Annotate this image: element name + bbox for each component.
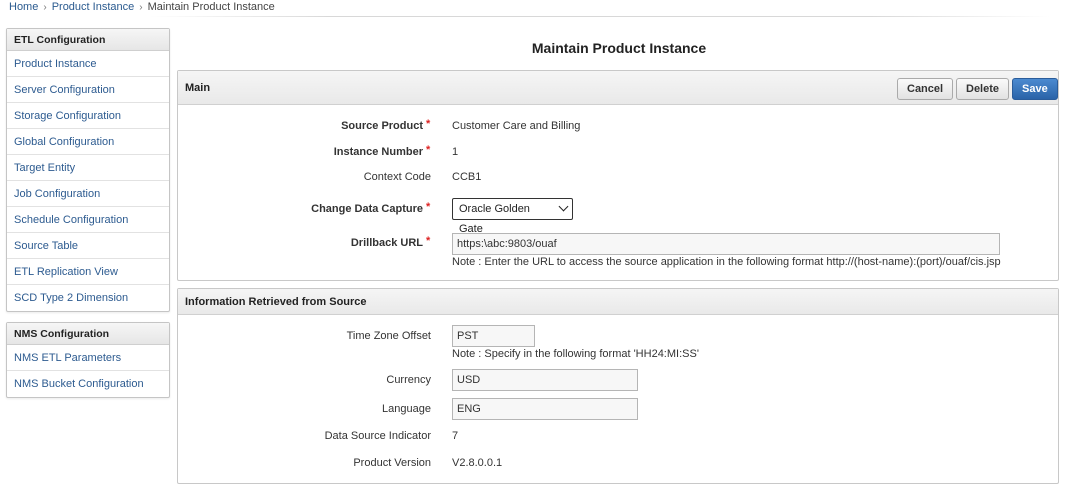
breadcrumb-product-instance-link[interactable]: Product Instance: [52, 1, 135, 13]
drillback-url-input[interactable]: https:\abc:9803/ouaf: [452, 233, 1000, 255]
sidebar-item-nms-bucket-configuration[interactable]: NMS Bucket Configuration: [7, 371, 169, 397]
drillback-url-note: Note : Enter the URL to access the sourc…: [452, 256, 1001, 268]
nms-configuration-nav: NMS Configuration NMS ETL Parameters NMS…: [6, 322, 170, 398]
instance-number-label: Instance Number: [333, 146, 423, 158]
product-version-label: Product Version: [353, 457, 431, 469]
sidebar-item-schedule-configuration[interactable]: Schedule Configuration: [7, 207, 169, 233]
change-data-capture-label: Change Data Capture: [311, 203, 423, 215]
breadcrumb-current: Maintain Product Instance: [147, 1, 275, 13]
sidebar-item-nms-etl-parameters[interactable]: NMS ETL Parameters: [7, 345, 169, 371]
context-code-value: CCB1: [452, 171, 482, 183]
information-retrieved-title: Information Retrieved from Source: [185, 296, 367, 308]
currency-input[interactable]: USD: [452, 369, 638, 391]
main-region-title: Main: [185, 82, 211, 94]
data-source-indicator-value: 7: [452, 430, 459, 442]
breadcrumb-home-link[interactable]: Home: [9, 1, 38, 13]
product-version-value: V2.8.0.0.1: [452, 457, 503, 469]
sidebar-item-product-instance[interactable]: Product Instance: [7, 51, 169, 77]
information-retrieved-header: Information Retrieved from Source: [178, 289, 1058, 315]
time-zone-offset-note: Note : Specify in the following format '…: [452, 348, 699, 360]
sidebar-item-scd-type-2-dimension[interactable]: SCD Type 2 Dimension: [7, 285, 169, 311]
sidebar-item-etl-replication-view[interactable]: ETL Replication View: [7, 259, 169, 285]
breadcrumb: Home › Product Instance › Maintain Product I…: [9, 0, 275, 14]
cancel-button[interactable]: Cancel: [897, 78, 954, 100]
sidebar-item-target-entity[interactable]: Target Entity: [7, 155, 169, 181]
header-divider: [150, 16, 1050, 17]
main-region-header: Main Cancel Delete Save: [178, 71, 1058, 105]
currency-label: Currency: [386, 374, 431, 386]
breadcrumb-separator-icon: ›: [43, 2, 47, 13]
change-data-capture-select[interactable]: Oracle Golden Gate: [452, 198, 573, 235]
etl-configuration-heading: ETL Configuration: [7, 29, 169, 51]
time-zone-offset-input[interactable]: PST: [452, 325, 535, 347]
language-label: Language: [382, 403, 431, 415]
context-code-label: Context Code: [363, 171, 431, 183]
time-zone-offset-label: Time Zone Offset: [346, 330, 431, 342]
nms-configuration-heading: NMS Configuration: [7, 323, 169, 345]
chevron-down-icon: [558, 201, 569, 212]
source-product-value: Customer Care and Billing: [452, 120, 581, 132]
required-indicator: *: [426, 144, 431, 156]
save-button[interactable]: Save: [1012, 78, 1058, 100]
language-input[interactable]: ENG: [452, 398, 638, 420]
etl-configuration-nav: ETL Configuration Product Instance Serve…: [6, 28, 170, 312]
data-source-indicator-label: Data Source Indicator: [324, 430, 431, 442]
page-title: Maintain Product Instance: [531, 40, 707, 56]
instance-number-value: 1: [452, 146, 459, 158]
source-product-label: Source Product: [341, 120, 423, 132]
sidebar-item-storage-configuration[interactable]: Storage Configuration: [7, 103, 169, 129]
delete-button[interactable]: Delete: [956, 78, 1010, 100]
sidebar-item-source-table[interactable]: Source Table: [7, 233, 169, 259]
breadcrumb-separator-icon: ›: [139, 2, 143, 13]
required-indicator: *: [426, 118, 431, 130]
sidebar-item-global-configuration[interactable]: Global Configuration: [7, 129, 169, 155]
sidebar-item-job-configuration[interactable]: Job Configuration: [7, 181, 169, 207]
required-indicator: *: [426, 201, 431, 213]
required-indicator: *: [426, 235, 431, 247]
drillback-url-label: Drillback URL: [350, 237, 423, 249]
sidebar-item-server-configuration[interactable]: Server Configuration: [7, 77, 169, 103]
